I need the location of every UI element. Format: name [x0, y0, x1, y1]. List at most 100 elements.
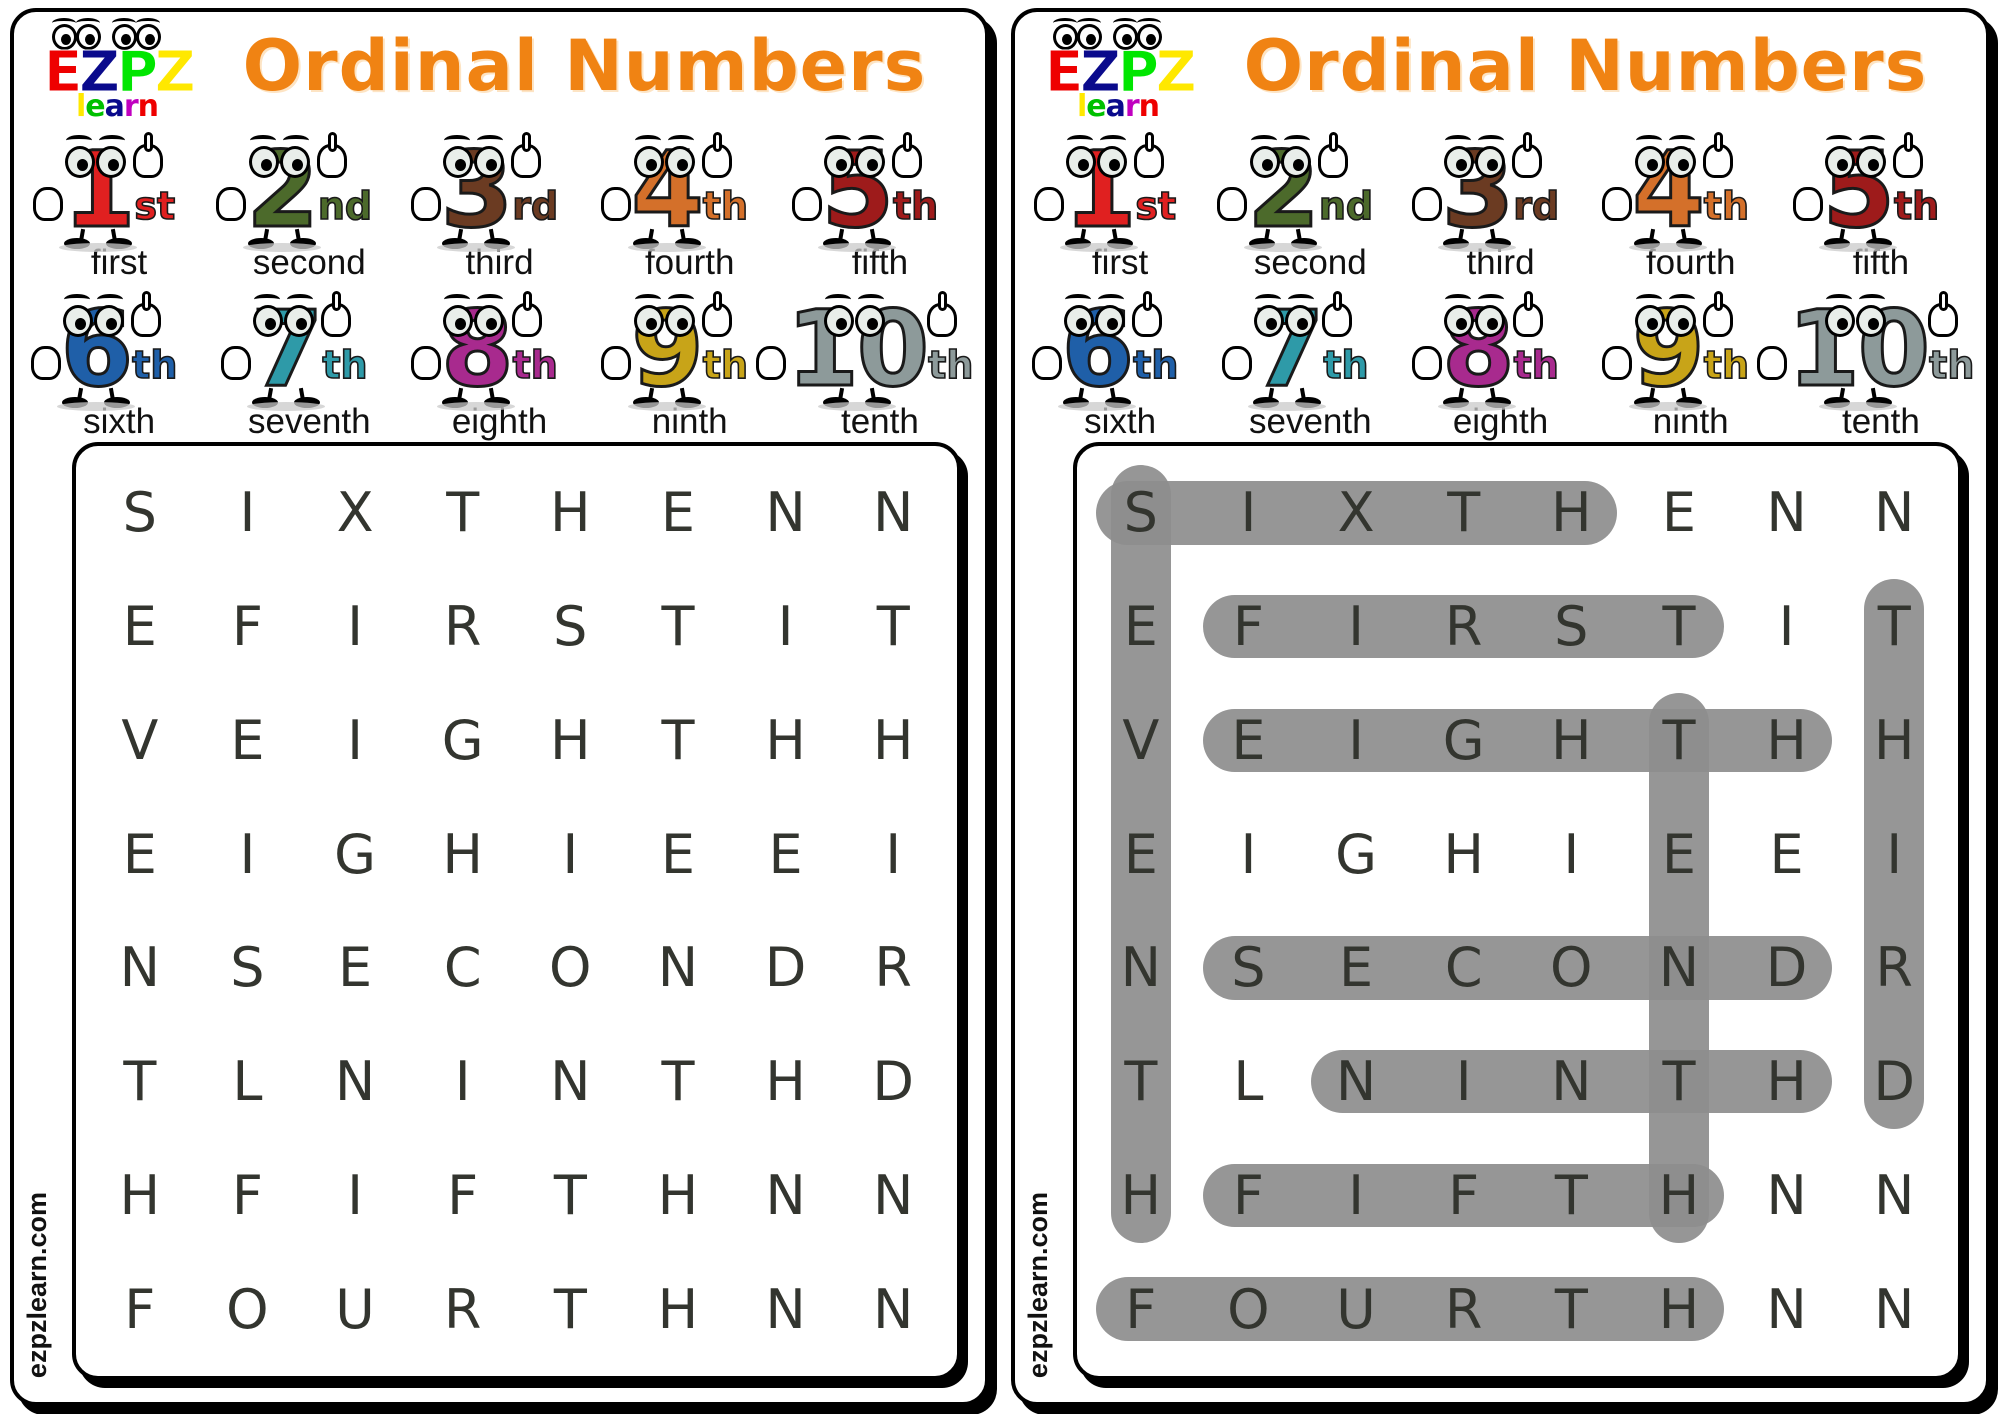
- grid-cell[interactable]: E: [1087, 797, 1195, 911]
- grid-cell[interactable]: T: [839, 570, 947, 684]
- grid-cell[interactable]: N: [1625, 911, 1733, 1025]
- grid-cell[interactable]: R: [409, 570, 517, 684]
- grid-cell[interactable]: I: [1410, 1025, 1518, 1139]
- grid-cell[interactable]: E: [1625, 456, 1733, 570]
- grid-cell[interactable]: D: [1733, 911, 1841, 1025]
- grid-cell[interactable]: R: [839, 911, 947, 1025]
- grid-cell[interactable]: X: [301, 456, 409, 570]
- grid-cell[interactable]: N: [1733, 1252, 1841, 1366]
- grid-cell[interactable]: T: [1518, 1139, 1626, 1253]
- grid-cell[interactable]: I: [409, 1025, 517, 1139]
- grid-cell[interactable]: N: [1733, 1139, 1841, 1253]
- grid-cell[interactable]: I: [1195, 456, 1303, 570]
- grid-cell[interactable]: N: [1733, 456, 1841, 570]
- grid-cell[interactable]: N: [732, 1252, 840, 1366]
- grid-cell[interactable]: T: [86, 1025, 194, 1139]
- grid-cell[interactable]: T: [1087, 1025, 1195, 1139]
- grid-cell[interactable]: I: [1302, 684, 1410, 798]
- grid-cell[interactable]: H: [1625, 1252, 1733, 1366]
- grid-cell[interactable]: V: [1087, 684, 1195, 798]
- grid-cell[interactable]: C: [409, 911, 517, 1025]
- grid-cell[interactable]: T: [1625, 1025, 1733, 1139]
- grid-cell[interactable]: O: [517, 911, 625, 1025]
- grid-cell[interactable]: N: [1302, 1025, 1410, 1139]
- grid-cell[interactable]: S: [1087, 456, 1195, 570]
- grid-cell[interactable]: T: [624, 570, 732, 684]
- grid-cell[interactable]: D: [732, 911, 840, 1025]
- grid-cell[interactable]: H: [624, 1139, 732, 1253]
- grid-cell[interactable]: N: [1087, 911, 1195, 1025]
- grid-cell[interactable]: T: [1410, 456, 1518, 570]
- grid-cell[interactable]: H: [732, 1025, 840, 1139]
- grid-cell[interactable]: H: [1410, 797, 1518, 911]
- grid-cell[interactable]: T: [409, 456, 517, 570]
- grid-cell[interactable]: T: [1840, 570, 1948, 684]
- grid-cell[interactable]: L: [1195, 1025, 1303, 1139]
- grid-cell[interactable]: I: [1518, 797, 1626, 911]
- grid-cell[interactable]: I: [301, 570, 409, 684]
- grid-cell[interactable]: F: [1195, 570, 1303, 684]
- grid-cell[interactable]: I: [732, 570, 840, 684]
- grid-cell[interactable]: S: [1518, 570, 1626, 684]
- grid-cell[interactable]: G: [1302, 797, 1410, 911]
- grid-cell[interactable]: H: [517, 456, 625, 570]
- grid-cell[interactable]: N: [839, 1139, 947, 1253]
- grid-cell[interactable]: I: [194, 797, 302, 911]
- grid-cell[interactable]: E: [624, 797, 732, 911]
- grid-cell[interactable]: T: [624, 684, 732, 798]
- grid-cell[interactable]: I: [1302, 570, 1410, 684]
- grid-cell[interactable]: F: [86, 1252, 194, 1366]
- grid-cell[interactable]: E: [86, 570, 194, 684]
- grid-cell[interactable]: E: [732, 797, 840, 911]
- grid-cell[interactable]: H: [409, 797, 517, 911]
- grid-cell[interactable]: I: [517, 797, 625, 911]
- grid-cell[interactable]: X: [1302, 456, 1410, 570]
- grid-cell[interactable]: I: [1302, 1139, 1410, 1253]
- grid-cell[interactable]: N: [517, 1025, 625, 1139]
- grid-cell[interactable]: R: [1840, 911, 1948, 1025]
- grid-cell[interactable]: F: [194, 570, 302, 684]
- grid-cell[interactable]: H: [732, 684, 840, 798]
- grid-cell[interactable]: G: [409, 684, 517, 798]
- grid-cell[interactable]: S: [1195, 911, 1303, 1025]
- word-search-box[interactable]: SIXTHENNEFIRSTITVEIGHTHHEIGHIEEINSECONDR…: [1073, 442, 1962, 1380]
- grid-cell[interactable]: T: [517, 1139, 625, 1253]
- grid-cell[interactable]: O: [194, 1252, 302, 1366]
- grid-cell[interactable]: F: [1087, 1252, 1195, 1366]
- grid-cell[interactable]: F: [1410, 1139, 1518, 1253]
- grid-cell[interactable]: E: [624, 456, 732, 570]
- grid-cell[interactable]: H: [1518, 684, 1626, 798]
- grid-cell[interactable]: N: [1518, 1025, 1626, 1139]
- grid-cell[interactable]: N: [1840, 1139, 1948, 1253]
- grid-cell[interactable]: N: [624, 911, 732, 1025]
- grid-cell[interactable]: O: [1195, 1252, 1303, 1366]
- grid-cell[interactable]: I: [194, 456, 302, 570]
- grid-cell[interactable]: E: [1733, 797, 1841, 911]
- grid-cell[interactable]: I: [1840, 797, 1948, 911]
- grid-cell[interactable]: H: [839, 684, 947, 798]
- grid-cell[interactable]: T: [1625, 684, 1733, 798]
- grid-cell[interactable]: D: [1840, 1025, 1948, 1139]
- grid-cell[interactable]: E: [1302, 911, 1410, 1025]
- grid-cell[interactable]: U: [301, 1252, 409, 1366]
- grid-cell[interactable]: N: [1840, 456, 1948, 570]
- grid-cell[interactable]: D: [839, 1025, 947, 1139]
- grid-cell[interactable]: E: [1195, 684, 1303, 798]
- grid-cell[interactable]: T: [517, 1252, 625, 1366]
- grid-cell[interactable]: H: [1733, 1025, 1841, 1139]
- grid-cell[interactable]: V: [86, 684, 194, 798]
- grid-cell[interactable]: U: [1302, 1252, 1410, 1366]
- grid-cell[interactable]: N: [732, 456, 840, 570]
- grid-cell[interactable]: N: [86, 911, 194, 1025]
- grid-cell[interactable]: H: [624, 1252, 732, 1366]
- grid-cell[interactable]: N: [301, 1025, 409, 1139]
- grid-cell[interactable]: F: [194, 1139, 302, 1253]
- grid-cell[interactable]: H: [1625, 1139, 1733, 1253]
- grid-cell[interactable]: E: [1625, 797, 1733, 911]
- grid-cell[interactable]: F: [1195, 1139, 1303, 1253]
- grid-cell[interactable]: N: [839, 456, 947, 570]
- grid-cell[interactable]: R: [409, 1252, 517, 1366]
- grid-cell[interactable]: E: [194, 684, 302, 798]
- grid-cell[interactable]: S: [517, 570, 625, 684]
- grid-cell[interactable]: E: [86, 797, 194, 911]
